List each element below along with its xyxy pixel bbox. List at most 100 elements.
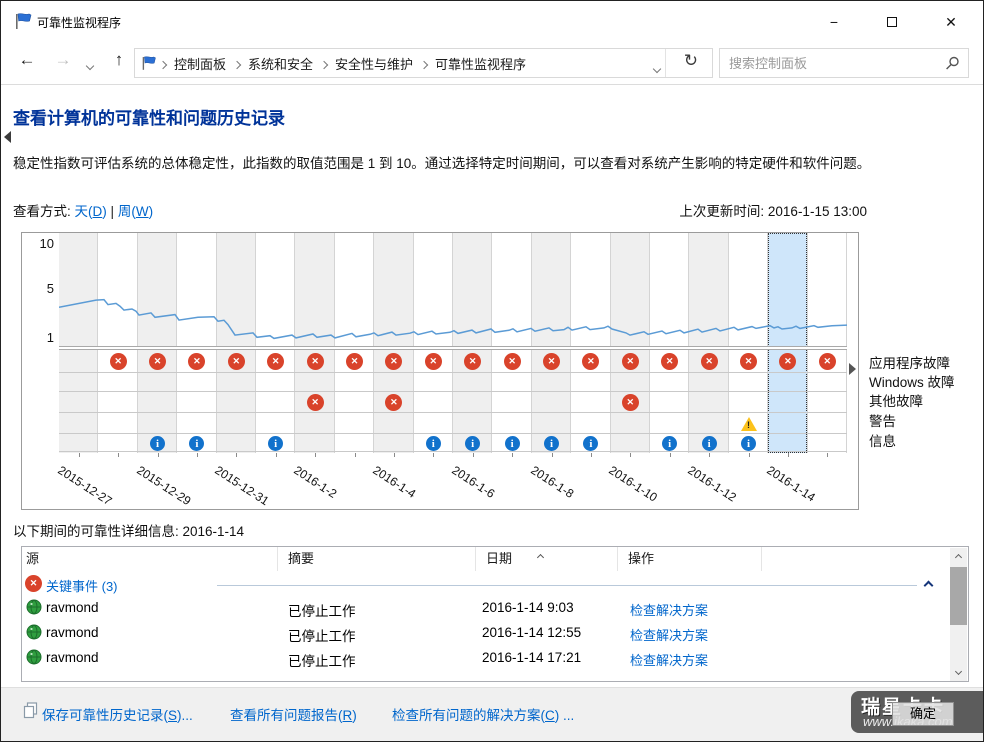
x-axis-tick xyxy=(473,453,474,457)
column-header-source[interactable]: 源 xyxy=(22,547,278,571)
info-mark-icon[interactable]: i xyxy=(741,436,756,451)
x-axis-tick xyxy=(236,453,237,457)
vertical-scrollbar xyxy=(950,548,967,681)
row-grid-line xyxy=(59,372,847,373)
stability-index-line xyxy=(59,233,847,346)
search-icon[interactable] xyxy=(945,56,960,71)
error-mark-icon[interactable]: ✕ xyxy=(228,353,245,370)
details-caption: 以下期间的可靠性详细信息: 2016-1-14 xyxy=(13,520,244,540)
x-axis-tick xyxy=(670,453,671,457)
info-mark-icon[interactable]: i xyxy=(150,436,165,451)
info-mark-icon[interactable]: i xyxy=(702,436,717,451)
error-mark-icon[interactable]: ✕ xyxy=(543,353,560,370)
error-mark-icon[interactable]: ✕ xyxy=(307,353,324,370)
scrollbar-down-icon[interactable] xyxy=(950,665,967,681)
error-mark-icon[interactable]: ✕ xyxy=(307,394,324,411)
scrollbar-thumb[interactable] xyxy=(950,567,967,625)
history-dropdown-icon[interactable] xyxy=(87,57,93,72)
critical-events-group-row[interactable]: ✕ 关键事件 (3) xyxy=(22,572,950,595)
up-button[interactable]: ↑ xyxy=(107,50,131,70)
breadcrumb-item-reliability-monitor[interactable]: 可靠性监视程序 xyxy=(429,54,532,73)
minimize-button[interactable]: − xyxy=(819,12,849,32)
ravmond-app-icon xyxy=(26,624,42,640)
search-box[interactable] xyxy=(719,48,969,78)
view-bar: 查看方式: 天(D) | 周(W) 上次更新时间: 2016-1-15 13:0… xyxy=(13,200,867,220)
breadcrumb-chevron-icon xyxy=(160,56,166,71)
x-axis-tick xyxy=(827,453,828,457)
error-mark-icon[interactable]: ✕ xyxy=(819,353,836,370)
error-mark-icon[interactable]: ✕ xyxy=(701,353,718,370)
forward-button[interactable]: → xyxy=(51,50,75,70)
save-reliability-history-link[interactable]: 保存可靠性历史记录(S)... xyxy=(42,704,193,724)
ravmond-app-icon xyxy=(26,649,42,665)
x-axis-label: 2015-12-27 xyxy=(55,463,114,508)
x-axis-label: 2016-1-12 xyxy=(685,463,739,505)
search-input[interactable] xyxy=(720,49,968,77)
ravmond-app-icon xyxy=(26,599,42,615)
info-mark-icon[interactable]: i xyxy=(544,436,559,451)
save-history-icon xyxy=(23,702,38,719)
x-axis-tick xyxy=(158,453,159,457)
table-row[interactable]: ravmond 已停止工作 2016-1-14 12:55 检查解决方案 xyxy=(22,620,950,645)
chart-scroll-right-icon[interactable] xyxy=(849,363,856,375)
error-mark-icon[interactable]: ✕ xyxy=(504,353,521,370)
error-mark-icon[interactable]: ✕ xyxy=(740,353,757,370)
check-solution-link[interactable]: 检查解决方案 xyxy=(630,650,708,669)
check-solution-link[interactable]: 检查解决方案 xyxy=(630,625,708,644)
refresh-icon[interactable]: ↻ xyxy=(684,51,698,71)
x-axis-label: 2016-1-6 xyxy=(449,463,497,501)
view-by-days-link[interactable]: 天(D) xyxy=(75,204,107,219)
footer-bar: 保存可靠性历史记录(S)... 查看所有问题报告(R) 检查所有问题的解决方案(… xyxy=(1,687,983,742)
column-header-summary[interactable]: 摘要 xyxy=(278,547,476,571)
x-axis-tick xyxy=(394,453,395,457)
table-row[interactable]: ravmond 已停止工作 2016-1-14 9:03 检查解决方案 xyxy=(22,595,950,620)
breadcrumb-item-control-panel[interactable]: 控制面板 xyxy=(168,54,232,73)
info-mark-icon[interactable]: i xyxy=(505,436,520,451)
row-grid-line xyxy=(59,391,847,392)
check-all-solutions-link[interactable]: 检查所有问题的解决方案(C) ... xyxy=(392,704,574,724)
close-button[interactable]: ✕ xyxy=(936,12,966,32)
x-axis-label: 2015-12-31 xyxy=(213,463,272,508)
error-mark-icon[interactable]: ✕ xyxy=(110,353,127,370)
view-by-weeks-link[interactable]: 周(W) xyxy=(118,204,153,219)
info-mark-icon[interactable]: i xyxy=(426,436,441,451)
error-mark-icon[interactable]: ✕ xyxy=(622,394,639,411)
error-mark-icon[interactable]: ✕ xyxy=(425,353,442,370)
y-axis-tick: 5 xyxy=(22,281,54,296)
x-axis-tick xyxy=(630,453,631,457)
warning-exclamation: ! xyxy=(740,420,758,430)
x-axis-tick xyxy=(709,453,710,457)
x-axis-tick xyxy=(552,453,553,457)
date-cell: 2016-1-14 9:03 xyxy=(482,600,574,615)
x-axis-label: 2016-1-14 xyxy=(764,463,818,505)
back-button[interactable]: ← xyxy=(15,50,39,70)
check-solution-link[interactable]: 检查解决方案 xyxy=(630,600,708,619)
legend-other-failures: 其他故障 xyxy=(869,390,923,408)
breadcrumb-dropdown-icon[interactable] xyxy=(654,60,660,75)
sort-ascending-icon xyxy=(538,548,548,554)
ok-button[interactable]: 确定 xyxy=(892,702,954,726)
breadcrumb-item-security-maintenance[interactable]: 安全性与维护 xyxy=(329,54,419,73)
source-cell: ravmond xyxy=(46,625,99,640)
warning-mark-icon[interactable]: ! xyxy=(740,417,758,432)
maximize-button[interactable] xyxy=(877,12,907,32)
collapse-group-icon[interactable] xyxy=(925,577,939,587)
breadcrumb-item-system-security[interactable]: 系统和安全 xyxy=(242,54,319,73)
column-header-action[interactable]: 操作 xyxy=(618,547,762,571)
row-grid-line xyxy=(59,412,847,413)
error-mark-icon[interactable]: ✕ xyxy=(346,353,363,370)
table-row[interactable]: ravmond 已停止工作 2016-1-14 17:21 检查解决方案 xyxy=(22,645,950,670)
error-mark-icon[interactable]: ✕ xyxy=(622,353,639,370)
chart-scroll-left-icon[interactable] xyxy=(4,131,11,143)
breadcrumb-chevron-icon xyxy=(234,56,240,71)
view-all-problem-reports-link[interactable]: 查看所有问题报告(R) xyxy=(230,704,357,724)
error-mark-icon[interactable]: ✕ xyxy=(149,353,166,370)
reliability-chart: 10 5 1 ✕✕✕✕✕✕✕✕✕✕✕✕✕✕✕✕✕✕✕✕✕✕!iiiiiiiiii… xyxy=(21,232,859,510)
divider xyxy=(665,49,666,77)
window-title: 可靠性监视程序 xyxy=(37,14,121,31)
details-table: 源 摘要 日期 操作 ✕ 关键事件 (3) ravmond 已停止工作 2016… xyxy=(21,546,969,682)
legend-warnings: 警告 xyxy=(869,410,896,428)
scrollbar-up-icon[interactable] xyxy=(950,548,967,564)
titlebar: 可靠性监视程序 − ✕ xyxy=(1,1,983,41)
breadcrumb-flag-icon[interactable] xyxy=(141,55,158,71)
